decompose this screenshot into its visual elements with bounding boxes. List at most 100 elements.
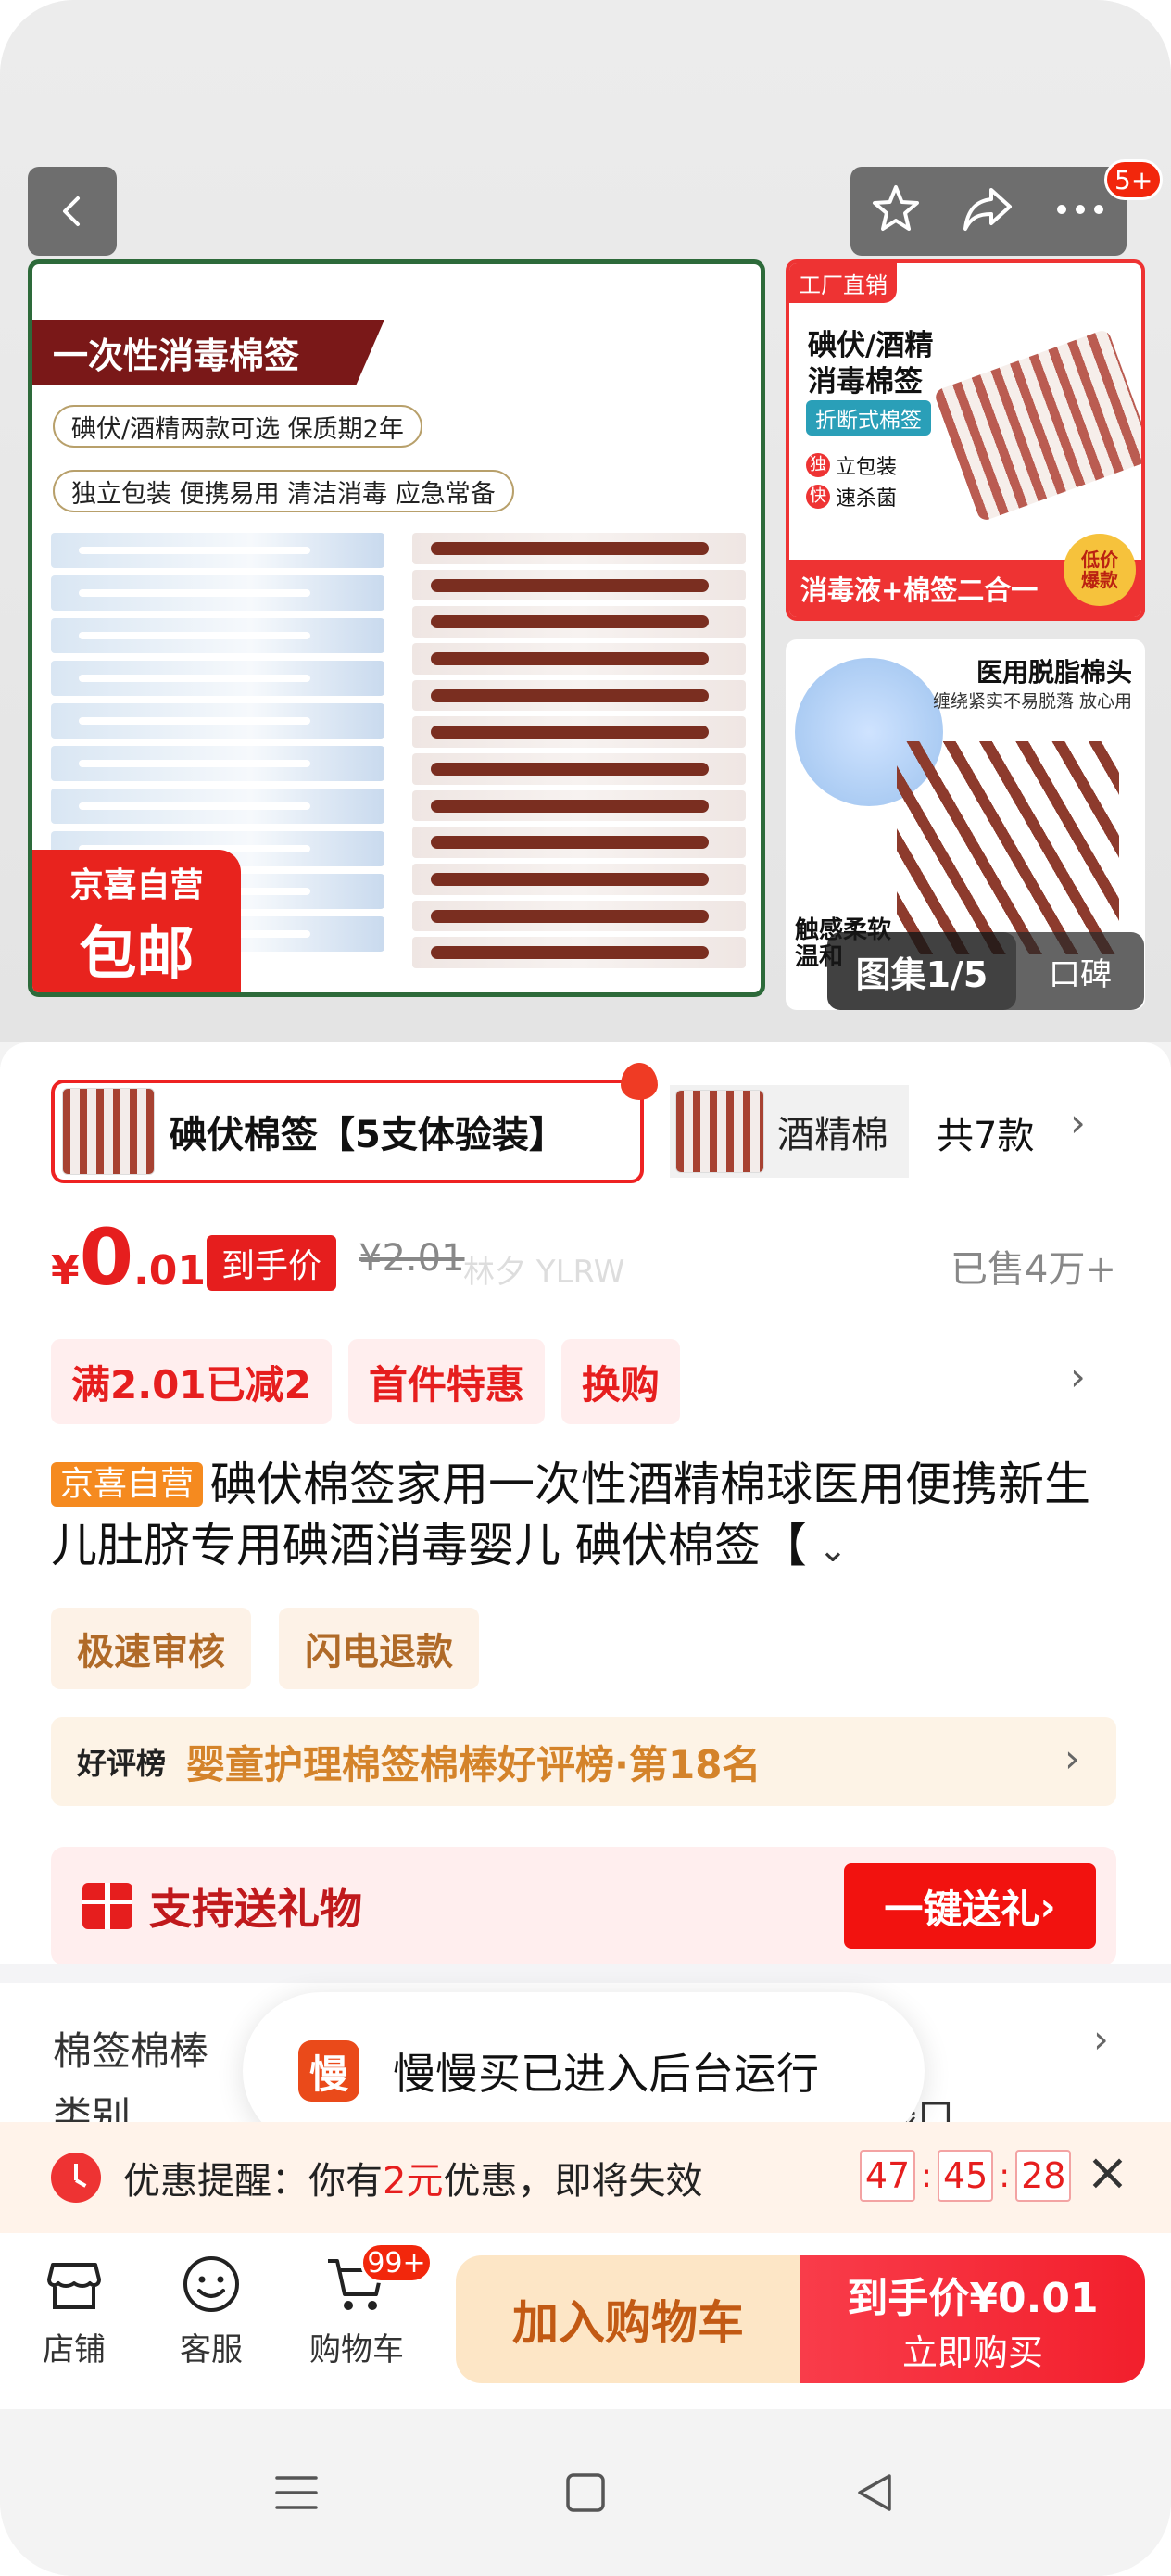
variant-option-selected[interactable]: 碘伏棉签【5支体验装】 — [51, 1080, 644, 1183]
spec-value: 棉签棉棒 — [53, 2028, 209, 2074]
main-product-image[interactable]: 一次性消毒棉签 碘伏/酒精两款可选 保质期2年 独立包装 便携易用 清洁消毒 应… — [28, 259, 765, 997]
bottom-action-bar: 店铺 客服 购物车 99+ 加入购物车 到手价¥0.01 立即购买 — [0, 2233, 1171, 2409]
thumb-title: 碘伏/酒精 消毒棉签 — [808, 329, 934, 398]
final-price: ¥0.01 — [51, 1212, 207, 1303]
timer-hours: 47 — [860, 2150, 915, 2202]
original-price: ¥2.01 — [359, 1237, 465, 1280]
stamp-line1: 京喜自营 — [69, 866, 204, 904]
variant-count[interactable]: 共7款 — [937, 1105, 1034, 1159]
buy-now-label: 立即购买 — [901, 2331, 1043, 2373]
buy-now-button[interactable]: 到手价¥0.01 立即购买 — [800, 2255, 1145, 2383]
gift-icon — [82, 1883, 132, 1929]
toast-text: 慢慢买已进入后台运行 — [393, 2049, 819, 2099]
chevron-right-icon[interactable]: › — [1070, 1354, 1086, 1399]
jd-self-operated-tag: 京喜自营 — [51, 1462, 204, 1507]
coupon-reminder[interactable]: 优惠提醒：你有2元优惠，即将失效 47 : 45 : 28 × — [0, 2122, 1171, 2233]
factory-direct-tag: 工厂直销 — [789, 263, 897, 303]
cart-button[interactable]: 购物车 99+ — [292, 2242, 433, 2391]
variant-thumbnail — [675, 1090, 764, 1173]
service-tag: 闪电退款 — [279, 1608, 479, 1689]
store-button[interactable]: 店铺 — [9, 2252, 139, 2391]
phone-screen: 5+ 一次性消毒棉签 碘伏/酒精两款可选 保质期2年 独立包装 便携易用 清洁消… — [0, 0, 1171, 2576]
customer-service-button[interactable]: 客服 — [146, 2252, 276, 2391]
section-separator — [0, 1964, 1171, 1983]
more-button[interactable] — [1052, 200, 1108, 222]
gallery-count[interactable]: 图集1/5 — [827, 932, 1016, 1010]
back-nav-button[interactable] — [837, 2456, 912, 2530]
variant-selector: 碘伏棉签【5支体验装】 酒精棉 共7款 › — [51, 1063, 1116, 1183]
swab-roll-illustration — [933, 328, 1141, 523]
menu-nav-button[interactable] — [259, 2456, 334, 2530]
home-nav-button[interactable] — [548, 2456, 623, 2530]
main-image-banner: 一次性消毒棉签 — [32, 320, 384, 385]
promo-badge[interactable]: 首件特惠 — [347, 1339, 545, 1424]
chevron-right-icon: › — [1093, 2016, 1109, 2062]
clock-icon — [51, 2153, 101, 2203]
more-icon — [1057, 205, 1103, 214]
ranking-badge: 好评榜 — [77, 1746, 167, 1781]
product-info: 碘伏棉签【5支体验装】 酒精棉 共7款 › ¥0.01 到手价 ¥2.01 林夕… — [0, 1042, 1171, 1969]
favorite-button[interactable] — [869, 183, 923, 240]
swab-illustration — [897, 741, 1119, 954]
timer-seconds: 28 — [1015, 2150, 1072, 2202]
service-label: 客服 — [180, 2331, 243, 2368]
menu-icon — [275, 2476, 318, 2509]
image-gallery[interactable]: 5+ 一次性消毒棉签 碘伏/酒精两款可选 保质期2年 独立包装 便携易用 清洁消… — [0, 0, 1171, 1042]
back-button[interactable] — [28, 167, 117, 256]
system-nav-bar — [0, 2409, 1171, 2576]
product-title-text: 碘伏棉签家用一次性酒精棉球医用便携新生儿肚脐专用碘酒消毒婴儿 碘伏棉签【 — [51, 1458, 1091, 1572]
app-icon: 慢 — [298, 2040, 359, 2102]
star-icon — [873, 185, 919, 231]
notification-badge: 5+ — [1104, 159, 1164, 200]
stamp-line2: 包邮 — [79, 919, 195, 987]
cart-count-badge: 99+ — [360, 2242, 433, 2283]
thumb-chip: 折断式棉签 — [806, 400, 931, 436]
gift-text: 支持送礼物 — [149, 1884, 362, 1934]
watermark: 林夕 YLRW — [463, 1254, 625, 1291]
jd-free-shipping-stamp: 京喜自营 包邮 — [32, 850, 241, 992]
sold-count: 已售4万+ — [951, 1248, 1116, 1291]
promo-row[interactable]: 满2.01已减2 首件特惠 换购 › — [51, 1339, 1116, 1424]
hot-flame-icon — [621, 1063, 658, 1100]
thumb-title: 医用脱脂棉头 — [976, 657, 1132, 688]
iodine-swab-packs — [412, 533, 746, 969]
add-to-cart-button[interactable]: 加入购物车 — [456, 2255, 800, 2383]
share-button[interactable] — [960, 183, 1015, 240]
top-actions — [850, 167, 1127, 256]
cart-label: 购物车 — [309, 2331, 404, 2368]
chevron-down-icon[interactable]: ⌄ — [807, 1529, 848, 1570]
main-image-pill: 独立包装 便携易用 清洁消毒 应急常备 — [53, 470, 514, 512]
timer-minutes: 45 — [938, 2150, 994, 2202]
gift-bar: 支持送礼物 一键送礼 › — [51, 1847, 1116, 1965]
chevron-right-icon[interactable]: › — [1070, 1100, 1086, 1145]
thumb-feature: 独立包装 — [806, 450, 897, 480]
ranking-bar[interactable]: 好评榜 婴童护理棉签棉棒好评榜·第18名 › — [51, 1717, 1116, 1806]
service-tag: 极速审核 — [51, 1608, 251, 1689]
home-square-icon — [566, 2473, 605, 2512]
store-icon — [47, 2263, 101, 2309]
thumb-corner-badge: 低价 爆款 — [1064, 534, 1136, 606]
coupon-text: 优惠提醒：你有2元优惠，即将失效 — [123, 2160, 703, 2203]
variant-label: 酒精棉 — [777, 1114, 888, 1156]
thumb-subtitle: 缠绕紧实不易脱落 放心用 — [932, 691, 1132, 712]
review-tab[interactable]: 口碑 — [1016, 949, 1144, 994]
close-icon[interactable]: × — [1086, 2142, 1129, 2203]
gallery-thumbnail[interactable]: 工厂直销 碘伏/酒精 消毒棉签 折断式棉签 独立包装 快速杀菌 消毒液+棉签二合… — [786, 259, 1145, 621]
image-counter[interactable]: 图集1/5 口碑 — [827, 932, 1144, 1010]
final-price-tag: 到手价 — [207, 1235, 337, 1291]
price-row: ¥0.01 到手价 ¥2.01 林夕 YLRW 已售4万+ — [51, 1219, 1116, 1302]
back-triangle-icon — [858, 2474, 891, 2511]
buy-price-label: 到手价¥0.01 — [847, 2274, 1099, 2322]
countdown-timer: 47 : 45 : 28 — [860, 2150, 1072, 2202]
variant-label: 碘伏棉签【5支体验装】 — [170, 1114, 566, 1156]
send-gift-button[interactable]: 一键送礼 › — [844, 1863, 1096, 1949]
promo-badge[interactable]: 满2.01已减2 — [51, 1339, 332, 1424]
ranking-text: 婴童护理棉签棉棒好评榜·第18名 — [186, 1741, 762, 1787]
chevron-left-icon — [63, 196, 80, 226]
store-label: 店铺 — [43, 2331, 106, 2368]
top-bar: 5+ — [0, 159, 1171, 256]
service-tags: 极速审核 闪电退款 — [51, 1608, 479, 1689]
promo-badge[interactable]: 换购 — [560, 1339, 680, 1424]
variant-option[interactable]: 酒精棉 — [670, 1085, 909, 1178]
thumb-feature: 快速杀菌 — [806, 482, 897, 511]
